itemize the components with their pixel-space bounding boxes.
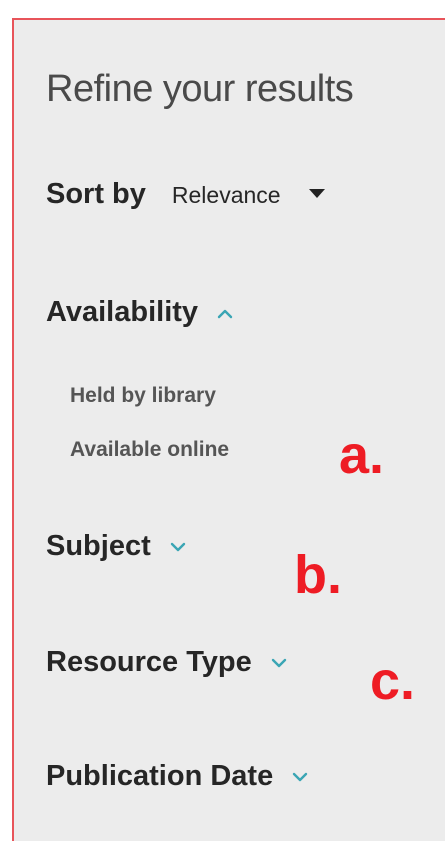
annotation-c: c. (370, 651, 416, 711)
facet-resource-type[interactable]: Resource Type (46, 646, 288, 679)
sort-row: Sort by Relevance (46, 178, 325, 211)
facet-publication-date-label: Publication Date (46, 760, 274, 792)
refine-results-panel: Refine your results Sort by Relevance Av… (12, 18, 445, 841)
facet-subject-label: Subject (46, 530, 151, 562)
facet-availability[interactable]: Availability (46, 296, 234, 329)
chevron-down-icon (270, 657, 288, 669)
sort-by-label: Sort by (46, 178, 146, 210)
annotation-a: a. (339, 425, 385, 485)
chevron-up-icon (216, 307, 234, 319)
chevron-down-icon (169, 541, 187, 553)
sort-selected-value: Relevance (171, 182, 281, 208)
chevron-down-icon (291, 771, 309, 783)
panel-title: Refine your results (46, 68, 354, 110)
facet-item-held-by-library[interactable]: Held by library (70, 384, 216, 408)
annotation-b: b. (294, 545, 342, 605)
facet-availability-label: Availability (46, 296, 199, 328)
facet-publication-date[interactable]: Publication Date (46, 760, 309, 793)
sort-select[interactable]: Relevance (172, 182, 325, 209)
facet-resource-type-label: Resource Type (46, 646, 252, 678)
facet-subject[interactable]: Subject (46, 530, 187, 563)
caret-down-icon (308, 189, 325, 198)
facet-item-available-online[interactable]: Available online (70, 438, 229, 462)
